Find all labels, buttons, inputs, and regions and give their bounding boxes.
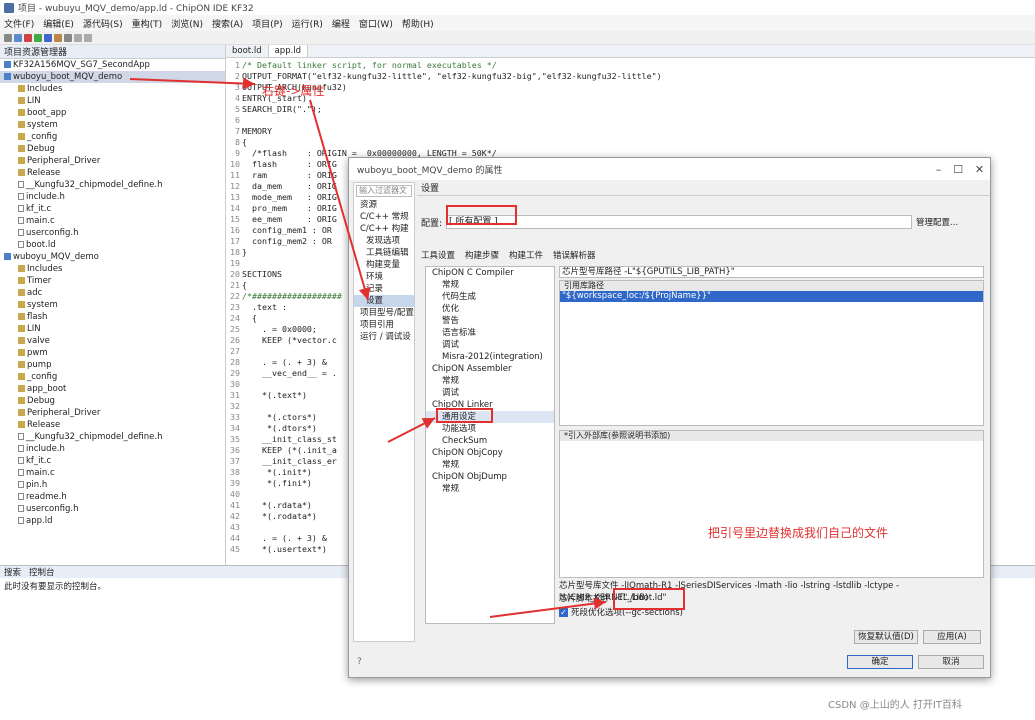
annotation-arrows bbox=[129, 77, 607, 618]
